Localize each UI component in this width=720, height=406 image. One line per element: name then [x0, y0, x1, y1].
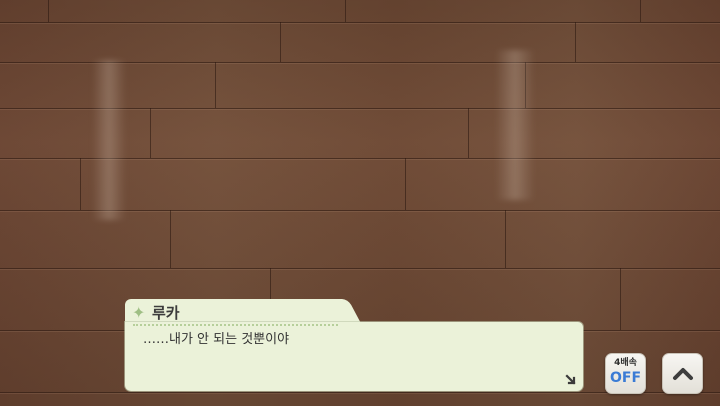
- plank-seam: [505, 210, 506, 268]
- backlog-button[interactable]: [662, 353, 703, 394]
- chevron-up-icon: [673, 368, 693, 380]
- plank-seam: [80, 158, 81, 210]
- speed-label: 4배속: [614, 358, 637, 368]
- plank-seam: [170, 210, 171, 268]
- floor-reflection: [92, 60, 126, 220]
- floor-reflection: [495, 50, 535, 200]
- plank-seam: [345, 0, 346, 22]
- speaker-name: 루카: [152, 304, 180, 322]
- plank-seam: [150, 108, 151, 158]
- speed-toggle-button[interactable]: 4배속 OFF: [605, 353, 646, 394]
- plank-seam: [280, 22, 281, 62]
- plank-seam: [575, 22, 576, 62]
- plank-seam: [405, 158, 406, 210]
- plank-seam: [215, 62, 216, 108]
- dialog-window[interactable]: ✦ 루카 ……내가 안 되는 것뿐이야: [125, 299, 583, 391]
- plank-line: [0, 22, 720, 23]
- dialog-text: ……내가 안 되는 것뿐이야: [143, 332, 290, 347]
- advance-arrow-icon[interactable]: [565, 374, 577, 386]
- speed-state: OFF: [609, 370, 642, 386]
- plank-seam: [468, 108, 469, 158]
- sparkle-icon: ✦: [132, 303, 146, 322]
- plank-line: [0, 268, 720, 269]
- plank-seam: [48, 0, 49, 22]
- plank-seam: [620, 268, 621, 330]
- plank-seam: [640, 0, 641, 22]
- name-divider: [133, 324, 338, 326]
